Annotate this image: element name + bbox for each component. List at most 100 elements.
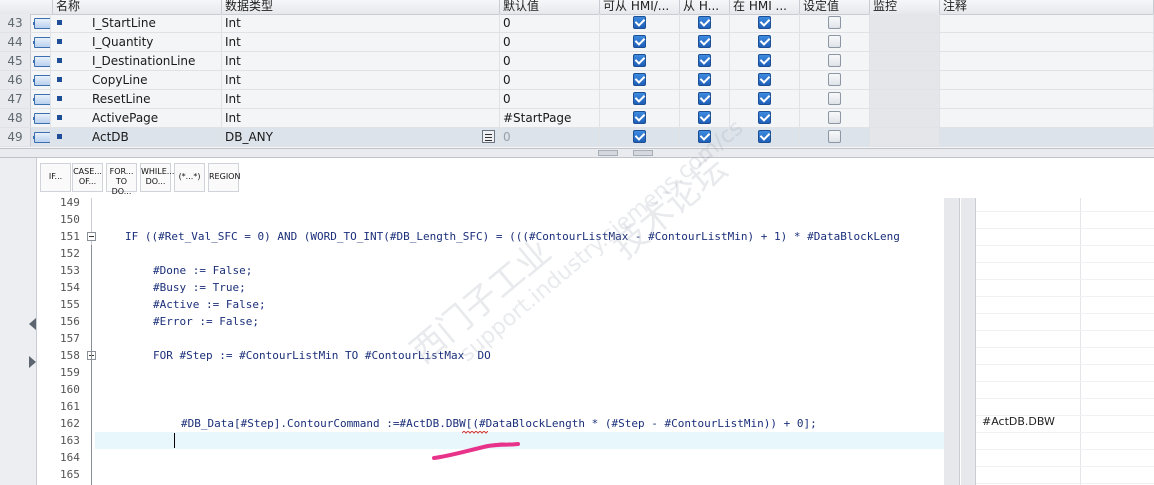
code-line-155[interactable]: #Active := False; <box>153 296 266 313</box>
hmi-visible-checkbox[interactable] <box>697 73 711 86</box>
table-row[interactable]: 43 I_StartLine Int 0 <box>0 14 1154 33</box>
hmi-visible-checkbox[interactable] <box>697 92 711 105</box>
region-instruction-button[interactable]: REGION <box>208 163 240 192</box>
table-row[interactable]: 45 I_DestinationLine Int 0 <box>0 52 1154 71</box>
code-line-153[interactable]: #Done := False; <box>153 262 252 279</box>
comment-cell[interactable] <box>940 71 1154 89</box>
setpoint-checkbox[interactable] <box>827 130 841 143</box>
header-hmi-access[interactable]: 可从 HMI/... <box>600 0 680 14</box>
hmi-access-checkbox[interactable] <box>632 130 646 143</box>
variable-name[interactable]: ActDB <box>68 128 222 146</box>
comment-cell[interactable] <box>940 52 1154 70</box>
collapse-left-icon[interactable] <box>29 318 36 330</box>
code-line-158[interactable]: FOR #Step := #ContourListMin TO #Contour… <box>153 347 491 364</box>
row-number[interactable]: 45 <box>0 52 31 70</box>
header-comment[interactable]: 注释 <box>940 0 1154 14</box>
comment-instruction-button[interactable]: (*...*) <box>174 163 205 192</box>
while-instruction-button[interactable]: WHILE... DO... <box>140 163 174 192</box>
code-line-154[interactable]: #Busy := True; <box>153 279 246 296</box>
comment-cell[interactable] <box>940 109 1154 127</box>
code-line-151[interactable]: IF ((#Ret_Val_SFC = 0) AND (WORD_TO_INT(… <box>125 228 900 245</box>
for-instruction-button[interactable]: FOR... TO DO... <box>106 163 137 196</box>
variable-name[interactable]: I_Quantity <box>68 33 222 51</box>
code-line-156[interactable]: #Error := False; <box>153 313 259 330</box>
variable-datatype[interactable]: Int <box>222 52 500 70</box>
header-monitor[interactable]: 监控 <box>870 0 940 14</box>
variable-datatype[interactable]: Int <box>222 71 500 89</box>
table-row[interactable]: 48 ActivePage Int #StartPage <box>0 109 1154 128</box>
variable-name[interactable]: ActivePage <box>68 109 222 127</box>
hmi-write-checkbox[interactable] <box>757 92 771 105</box>
variable-default-value[interactable]: 0 <box>500 71 600 89</box>
row-number[interactable]: 49 <box>0 128 31 146</box>
variable-default-value[interactable]: 0 <box>500 14 600 32</box>
expand-right-icon[interactable] <box>29 356 36 368</box>
setpoint-checkbox[interactable] <box>827 16 841 29</box>
header-datatype[interactable]: 数据类型 <box>222 0 500 14</box>
row-number[interactable]: 46 <box>0 71 31 89</box>
setpoint-checkbox[interactable] <box>827 35 841 48</box>
hmi-visible-checkbox[interactable] <box>697 130 711 143</box>
variable-name[interactable]: I_StartLine <box>68 14 222 32</box>
table-row[interactable]: 44 I_Quantity Int 0 <box>0 33 1154 52</box>
setpoint-checkbox[interactable] <box>827 92 841 105</box>
hmi-access-checkbox[interactable] <box>632 111 646 124</box>
comment-cell[interactable] <box>940 14 1154 32</box>
row-number[interactable]: 48 <box>0 109 31 127</box>
header-hmi-write[interactable]: 在 HMI ... <box>730 0 800 14</box>
pane-splitter[interactable] <box>0 148 1154 158</box>
variable-datatype[interactable]: DB_ANY <box>222 128 500 146</box>
variable-datatype[interactable]: Int <box>222 14 500 32</box>
if-instruction-button[interactable]: IF... <box>40 163 71 192</box>
hmi-access-checkbox[interactable] <box>632 92 646 105</box>
collapse-up-icon[interactable] <box>598 150 618 156</box>
table-row[interactable]: 46 CopyLine Int 0 <box>0 71 1154 90</box>
setpoint-checkbox[interactable] <box>827 111 841 124</box>
hmi-visible-checkbox[interactable] <box>697 54 711 67</box>
hmi-write-checkbox[interactable] <box>757 16 771 29</box>
variable-datatype[interactable]: Int <box>222 33 500 51</box>
hmi-visible-cell <box>680 109 730 127</box>
header-hmi-visible[interactable]: 从 H... <box>680 0 730 14</box>
comment-cell[interactable] <box>940 33 1154 51</box>
setpoint-checkbox[interactable] <box>827 54 841 67</box>
hmi-access-checkbox[interactable] <box>632 54 646 67</box>
hmi-write-checkbox[interactable] <box>757 35 771 48</box>
fold-toggle-icon[interactable] <box>87 232 96 241</box>
hmi-access-checkbox[interactable] <box>632 16 646 29</box>
setpoint-checkbox[interactable] <box>827 73 841 86</box>
comment-cell[interactable] <box>940 90 1154 108</box>
variable-default-value[interactable]: 0 <box>500 90 600 108</box>
variable-name[interactable]: CopyLine <box>68 71 222 89</box>
hmi-write-checkbox[interactable] <box>757 111 771 124</box>
variable-name[interactable]: ResetLine <box>68 90 222 108</box>
row-number[interactable]: 44 <box>0 33 31 51</box>
header-setpoint[interactable]: 设定值 <box>800 0 870 14</box>
header-name[interactable]: 名称 <box>53 0 222 14</box>
hmi-visible-checkbox[interactable] <box>697 16 711 29</box>
hmi-write-checkbox[interactable] <box>757 130 771 143</box>
variable-datatype[interactable]: Int <box>222 90 500 108</box>
hmi-write-checkbox[interactable] <box>757 73 771 86</box>
variable-datatype[interactable]: Int <box>222 109 500 127</box>
collapse-down-icon[interactable] <box>633 150 653 156</box>
variable-default-value[interactable]: 0 <box>500 33 600 51</box>
row-number[interactable]: 47 <box>0 90 31 108</box>
variable-default-value[interactable]: #StartPage <box>500 109 600 127</box>
hmi-access-checkbox[interactable] <box>632 35 646 48</box>
hmi-visible-checkbox[interactable] <box>697 35 711 48</box>
hmi-visible-checkbox[interactable] <box>697 111 711 124</box>
hmi-access-checkbox[interactable] <box>632 73 646 86</box>
variable-default-value[interactable]: 0 <box>500 52 600 70</box>
variable-default-value[interactable]: 0 <box>500 128 600 146</box>
code-line-162[interactable]: #DB_Data[#Step].ContourCommand :=#ActDB.… <box>181 415 817 432</box>
variable-name[interactable]: I_DestinationLine <box>68 52 222 70</box>
row-number[interactable]: 43 <box>0 14 31 32</box>
datatype-picker-icon[interactable] <box>482 130 495 143</box>
table-row[interactable]: 47 ResetLine Int 0 <box>0 90 1154 109</box>
table-row[interactable]: 49 ActDB DB_ANY 0 <box>0 128 1154 147</box>
comment-cell[interactable] <box>940 128 1154 146</box>
case-instruction-button[interactable]: CASE... OF... <box>72 163 103 192</box>
header-default[interactable]: 默认值 <box>500 0 600 14</box>
hmi-write-checkbox[interactable] <box>757 54 771 67</box>
